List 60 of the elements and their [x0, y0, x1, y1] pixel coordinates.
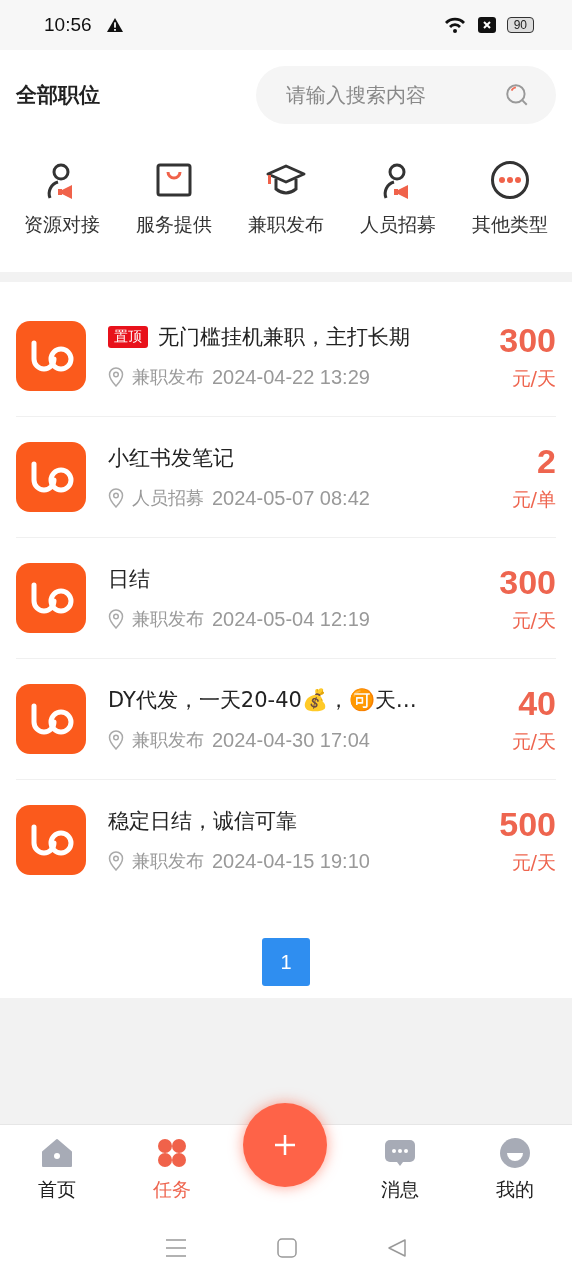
app-logo-icon: [16, 684, 86, 754]
job-title: DY代发，一天20-40💰，🉑天…: [108, 687, 417, 714]
job-category: 兼职发布: [132, 607, 204, 631]
clock-time: 10:56: [44, 14, 92, 36]
no-sim-icon: [476, 16, 497, 34]
job-date: 2024-04-30 17:04: [212, 728, 370, 752]
price-amount: 300: [499, 562, 556, 602]
page-title: 全部职位: [16, 82, 100, 109]
battery-indicator: 90: [506, 17, 534, 33]
pinned-tag: 置顶: [108, 326, 148, 348]
warning-icon: [105, 17, 124, 33]
location-pin-icon: [108, 730, 124, 750]
tab-item[interactable]: 首页: [12, 1137, 103, 1203]
job-category: 人员招募: [132, 486, 204, 510]
price-amount: 2: [537, 441, 556, 481]
location-pin-icon: [108, 851, 124, 871]
job-title: 日结: [108, 566, 150, 593]
price-amount: 40: [518, 683, 556, 723]
job-category: 兼职发布: [132, 849, 204, 873]
location-pin-icon: [108, 367, 124, 387]
price-unit: 元/天: [511, 728, 556, 754]
category-link[interactable]: 资源对接: [24, 212, 100, 238]
more-icon: [490, 160, 530, 200]
job-date: 2024-05-04 12:19: [212, 607, 370, 631]
category-link[interactable]: 人员招募: [360, 212, 436, 238]
app-logo-icon: [16, 563, 86, 633]
price-unit: 元/单: [511, 486, 556, 512]
job-category: 兼职发布: [132, 365, 204, 389]
price-amount: 300: [499, 320, 556, 360]
menu-icon: [165, 1237, 187, 1258]
app-logo-icon: [16, 321, 86, 391]
back-icon: [387, 1237, 407, 1258]
job-title: 小红书发笔记: [108, 445, 234, 472]
search-icon: [504, 82, 530, 108]
price-unit: 元/天: [511, 365, 556, 391]
search-field[interactable]: 请输入搜索内容: [256, 66, 556, 124]
price-unit: 元/天: [511, 849, 556, 875]
house-icon: [41, 1137, 74, 1169]
location-pin-icon: [108, 609, 124, 629]
plus-icon: [272, 1133, 297, 1157]
app-logo-icon: [16, 442, 86, 512]
job-title: 无门槛挂机兼职，主打长期: [158, 324, 410, 351]
category-link[interactable]: 其他类型: [472, 212, 548, 238]
add-button[interactable]: [242, 1103, 327, 1187]
price-unit: 元/天: [511, 607, 556, 633]
app-logo-icon: [16, 805, 86, 875]
smile-face-icon: [498, 1137, 531, 1169]
clover-icon: [155, 1137, 188, 1169]
tab-item[interactable]: 我的: [469, 1137, 560, 1203]
job-date: 2024-04-22 13:29: [212, 365, 370, 389]
category-link[interactable]: 兼职发布: [248, 212, 324, 238]
job-date: 2024-05-07 08:42: [212, 486, 370, 510]
home-square-icon: [277, 1237, 297, 1258]
location-pin-icon: [108, 488, 124, 508]
job-date: 2024-04-15 19:10: [212, 849, 370, 873]
price-amount: 500: [499, 804, 556, 844]
tab-item[interactable]: 消息: [355, 1137, 446, 1203]
category-link[interactable]: 服务提供: [136, 212, 212, 238]
job-title: 稳定日结，诚信可靠: [108, 808, 297, 835]
job-category: 兼职发布: [132, 728, 204, 752]
